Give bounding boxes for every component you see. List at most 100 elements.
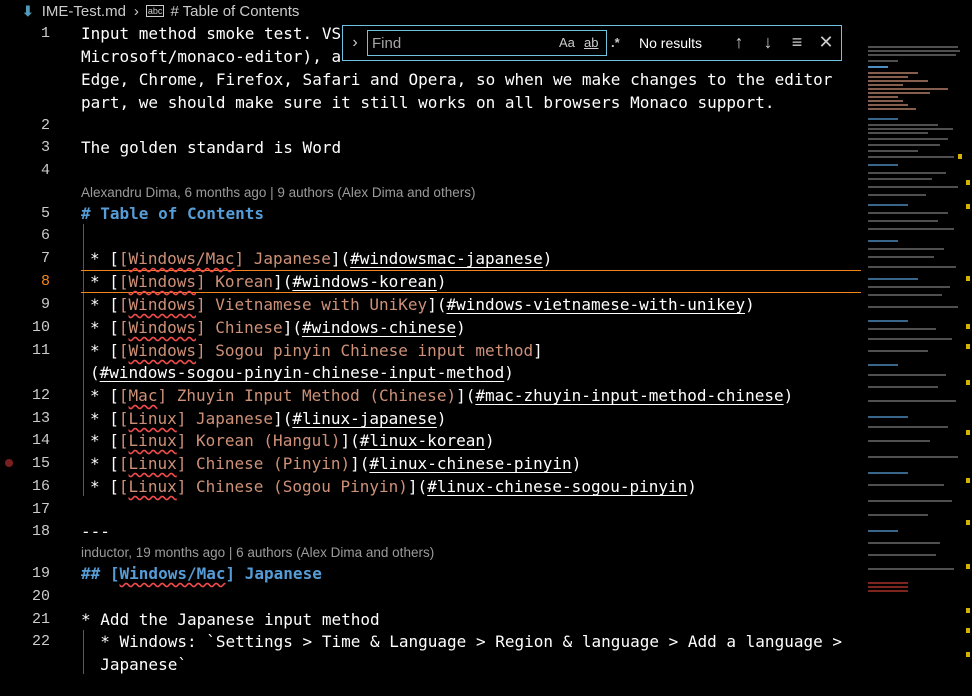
breadcrumb-symbol[interactable]: # Table of Contents [170, 3, 299, 20]
line-number: 15 [31, 455, 50, 472]
line-number: 9 [40, 296, 50, 313]
toc-title: Chinese (Pinyin) [186, 454, 351, 473]
line-number: 4 [40, 162, 50, 179]
toc-tag: Linux [128, 431, 177, 450]
toc-item: * [[Linux] Japanese](#linux-japanese) [90, 409, 447, 428]
match-case-button[interactable]: Aa [559, 35, 575, 50]
toc-item: * [[Linux] Chinese (Pinyin)](#linux-chin… [90, 454, 582, 473]
toc-title: Chinese (Sogou Pinyin) [186, 477, 408, 496]
toc-title: Korean (Hangul) [186, 431, 341, 450]
code-line: Japanese` [81, 655, 187, 674]
arrow-down-icon[interactable]: ↓ [757, 32, 779, 53]
abc-symbol-icon: abc [145, 5, 165, 17]
minimap[interactable] [868, 44, 968, 604]
horizontal-rule-line: --- [81, 522, 110, 541]
heading-line: ## [Windows/Mac] Japanese [81, 562, 322, 585]
close-icon[interactable]: ✕ [815, 32, 837, 53]
toc-tag: Linux [128, 409, 177, 428]
toc-item: * [[Linux] Chinese (Sogou Pinyin)](#linu… [90, 477, 697, 496]
line-number: 20 [31, 588, 50, 605]
toc-tag: Linux [128, 477, 177, 496]
toc-item-wrap: (#windows-sogou-pinyin-chinese-input-met… [90, 363, 514, 382]
toc-item: * [[Windows] Sogou pinyin Chinese input … [90, 341, 543, 360]
chevron-right-icon: › [133, 2, 139, 20]
line-number: 19 [31, 565, 50, 582]
line-number: 14 [31, 432, 50, 449]
line-number: 7 [40, 250, 50, 267]
toc-tag: Windows [128, 318, 196, 337]
line-number: 12 [31, 387, 50, 404]
toggle-replace-chevron-icon[interactable]: › [343, 26, 367, 60]
toc-title: Sogou pinyin Chinese input method [205, 341, 534, 360]
toc-item: * [[Windows/Mac] Japanese](#windowsmac-j… [90, 249, 553, 268]
line-number-gutter[interactable]: 1 2 3 4 5 6 7 8 9 10 11 12 13 14 15 16 1… [0, 22, 62, 674]
toc-title: Korean [205, 272, 274, 291]
code-line: Microsoft/monaco-editor), a [81, 47, 342, 66]
line-number: 13 [31, 410, 50, 427]
git-blame-annotation[interactable]: Alexandru Dima, 6 months ago | 9 authors… [81, 185, 475, 200]
heading-prefix: ## [ [81, 564, 120, 583]
scrollbar[interactable] [958, 44, 972, 696]
toc-title: Japanese [244, 249, 331, 268]
toc-title: Zhuyin Input Method (Chinese) [167, 386, 457, 405]
toc-title: Japanese [186, 409, 274, 428]
toc-link[interactable]: #linux-korean [360, 431, 485, 450]
toc-tag: Windows/Mac [128, 249, 235, 268]
toc-title: Chinese [205, 318, 283, 337]
toc-link[interactable]: #windowsmac-japanese [350, 249, 543, 268]
toc-link[interactable]: #linux-chinese-pinyin [369, 454, 571, 473]
arrow-up-icon[interactable]: ↑ [728, 32, 750, 53]
line-number: 2 [40, 117, 50, 134]
line-number: 10 [31, 319, 50, 336]
heading-suffix: ] Japanese [225, 564, 322, 583]
line-number: 16 [31, 478, 50, 495]
toc-link[interactable]: #linux-japanese [292, 409, 437, 428]
code-line: part, we should make sure it still works… [81, 93, 775, 112]
find-result-status: No results [639, 35, 703, 51]
git-blame-annotation[interactable]: inductor, 19 months ago | 6 authors (Ale… [81, 545, 434, 560]
line-number: 6 [40, 227, 50, 244]
code-line: Edge, Chrome, Firefox, Safari and Opera,… [81, 70, 833, 89]
line-number: 18 [31, 523, 50, 540]
line-number: 11 [31, 342, 50, 359]
toc-link[interactable]: #mac-zhuyin-input-method-chinese [475, 386, 783, 405]
toc-tag: Mac [128, 386, 158, 405]
line-number: 1 [40, 25, 50, 42]
toc-link[interactable]: #windows-korean [292, 272, 437, 291]
code-line: The golden standard is Word [81, 138, 342, 157]
toc-title: Vietnamese with UniKey [205, 295, 428, 314]
toc-tag: Windows [128, 295, 196, 314]
line-number: 5 [40, 205, 50, 222]
toc-item: * [[Windows] Vietnamese with UniKey](#wi… [90, 295, 755, 314]
heading-line: # Table of Contents [81, 204, 265, 223]
toc-link[interactable]: #windows-sogou-pinyin-chinese-input-meth… [100, 363, 505, 382]
line-number: 17 [31, 501, 50, 518]
regex-button[interactable]: .* [611, 35, 620, 50]
editor[interactable]: 1 2 3 4 5 6 7 8 9 10 11 12 13 14 15 16 1… [0, 22, 972, 674]
markdown-arrow-icon: ⬇ [22, 2, 34, 19]
line-number-active: 8 [40, 273, 50, 290]
toc-item: * [[Windows] Korean](#windows-korean) [90, 272, 447, 291]
find-widget: › Aa ab .* No results ↑ ↓ ≡ ✕ [342, 25, 842, 61]
heading-tag: Windows/Mac [119, 564, 226, 583]
code-line: * Add the Japanese input method [81, 610, 380, 629]
find-in-selection-icon[interactable]: ≡ [786, 32, 808, 53]
toc-item: * [[Windows] Chinese](#windows-chinese) [90, 318, 466, 337]
line-number: 3 [40, 139, 50, 156]
breadcrumb: ⬇ IME-Test.md › abc # Table of Contents [0, 0, 972, 22]
toc-link[interactable]: #windows-vietnamese-with-unikey [446, 295, 745, 314]
whole-word-button[interactable]: ab [584, 35, 598, 50]
toc-link[interactable]: #windows-chinese [302, 318, 456, 337]
toc-tag: Linux [128, 454, 177, 473]
code-line: * Windows: `Settings > Time & Language >… [81, 632, 842, 651]
toc-tag: Windows [128, 272, 196, 291]
toc-link[interactable]: #linux-chinese-sogou-pinyin [427, 477, 687, 496]
breadcrumb-file[interactable]: IME-Test.md [42, 3, 126, 20]
code-area[interactable]: Input method smoke test. VS Microsoft/mo… [81, 22, 861, 674]
line-number: 21 [31, 611, 50, 628]
line-number: 22 [31, 633, 50, 650]
toc-item: * [[Linux] Korean (Hangul)](#linux-korea… [90, 431, 495, 450]
toc-item: * [[Mac] Zhuyin Input Method (Chinese)](… [90, 386, 794, 405]
code-line: Input method smoke test. VS [81, 24, 342, 43]
toc-tag: Windows [128, 341, 196, 360]
